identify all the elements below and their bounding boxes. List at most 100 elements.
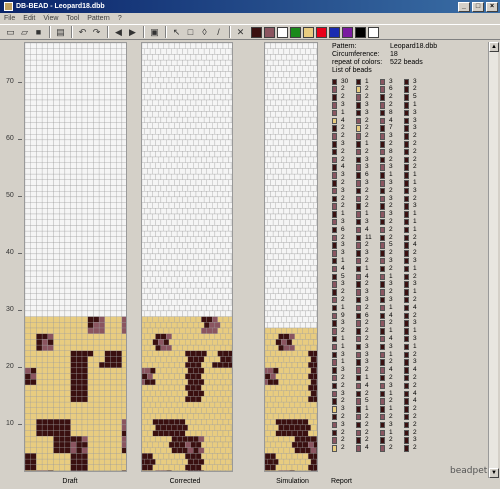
color-swatch-8[interactable] (355, 26, 366, 38)
preview-icon[interactable]: ▣ (148, 26, 161, 39)
corrected-panel[interactable] (141, 42, 233, 472)
bead-color-swatch (404, 343, 409, 351)
scroll-down-icon[interactable]: ▼ (489, 468, 499, 478)
bead-list-item: 4 (356, 382, 380, 390)
bead-color-swatch (332, 343, 337, 351)
select-icon[interactable]: □ (184, 26, 197, 39)
bead-count: 4 (365, 272, 369, 280)
menu-view[interactable]: View (43, 15, 58, 22)
undo-icon[interactable]: ↶ (76, 26, 89, 39)
simulation-panel[interactable] (264, 42, 318, 472)
bead-list-item: 2 (380, 140, 404, 148)
bead-list-item: 3 (380, 257, 404, 265)
bead-count: 4 (413, 303, 417, 311)
bead-count: 2 (341, 124, 345, 132)
save-icon[interactable]: ■ (32, 26, 45, 39)
prev-icon[interactable]: ◀ (112, 26, 125, 39)
bead-color-swatch (404, 250, 409, 257)
bead-color-swatch (404, 180, 409, 187)
menu-pattern[interactable]: Pattern (87, 15, 110, 22)
bead-color-swatch (380, 218, 385, 226)
app-icon (4, 2, 13, 11)
toolbar-separator (165, 26, 167, 38)
menu-file[interactable]: File (4, 15, 15, 22)
bead-color-swatch (332, 164, 337, 171)
color-swatch-9[interactable] (368, 26, 379, 38)
corrected-grid[interactable] (142, 43, 233, 472)
color-swatch-3[interactable] (290, 26, 301, 38)
color-swatch-0[interactable] (251, 26, 262, 38)
bead-color-swatch (380, 187, 385, 195)
draft-panel[interactable] (24, 42, 127, 472)
bead-color-swatch (356, 78, 361, 86)
pipette-icon[interactable]: / (212, 26, 225, 39)
bead-count: 2 (413, 373, 417, 381)
bead-list-item: 2 (332, 148, 356, 156)
bead-count: 3 (389, 77, 393, 85)
bead-list-item: 2 (380, 444, 404, 452)
bead-color-swatch (332, 203, 337, 210)
bead-color-swatch (332, 320, 337, 327)
bead-list-item: 3 (356, 109, 380, 117)
vertical-scrollbar[interactable]: ▲ ▼ (488, 42, 499, 478)
bead-color-swatch (404, 273, 409, 281)
bead-list-column: 1 2 2 3 3 2 2 2 1 2 3 3 6 3 2 2 2 1 3 4 11 2 3 2 1 4 2 3 3 2 6 2 2 2 3 3 3 2 1… (356, 78, 380, 452)
simulation-grid[interactable] (265, 43, 318, 472)
toolbar-separator (49, 26, 51, 38)
bead-count: 2 (341, 85, 345, 93)
bead-color-swatch (404, 289, 409, 296)
bead-list-item: 1 (332, 335, 356, 343)
print-icon[interactable]: ▤ (54, 26, 67, 39)
bead-color-swatch (332, 226, 337, 234)
bead-color-swatch (332, 296, 337, 304)
color-swatch-5[interactable] (316, 26, 327, 38)
color-swatch-4[interactable] (303, 26, 314, 38)
open-icon[interactable]: ▱ (18, 26, 31, 39)
color-swatch-2[interactable] (277, 26, 288, 38)
minimize-button[interactable]: _ (458, 1, 470, 12)
color-swatch-7[interactable] (342, 26, 353, 38)
redo-icon[interactable]: ↷ (90, 26, 103, 39)
bead-count: 3 (413, 202, 417, 210)
clear-icon[interactable]: ✕ (234, 26, 247, 39)
next-icon[interactable]: ▶ (126, 26, 139, 39)
bead-color-swatch (404, 398, 409, 405)
bead-count: 2 (365, 124, 369, 132)
row-ruler: 70 60 50 40 30 20 10 (0, 42, 22, 472)
bead-list-item: 3 (404, 187, 428, 195)
bead-count: 2 (413, 249, 417, 257)
bead-color-swatch (332, 351, 337, 359)
bead-list-item: 3 (332, 140, 356, 148)
bead-count: 3 (341, 171, 345, 179)
close-button[interactable]: × (486, 1, 498, 12)
bead-color-swatch (332, 172, 337, 179)
scroll-up-icon[interactable]: ▲ (489, 42, 499, 52)
maximize-button[interactable]: □ (472, 1, 484, 12)
bead-color-swatch (404, 156, 409, 164)
bead-count: 2 (341, 381, 345, 389)
color-swatch-6[interactable] (329, 26, 340, 38)
bead-color-swatch (404, 382, 409, 390)
color-swatch-1[interactable] (264, 26, 275, 38)
bead-count: 1 (389, 171, 393, 179)
fill-icon[interactable]: ◊ (198, 26, 211, 39)
bead-count: 3 (365, 101, 369, 109)
bead-count: 1 (413, 327, 417, 335)
menu-help[interactable]: ? (118, 15, 122, 22)
bead-count: 5 (413, 93, 417, 101)
bead-count: 2 (389, 93, 393, 101)
bead-color-swatch (332, 367, 337, 374)
bead-color-swatch (380, 343, 385, 351)
menu-edit[interactable]: Edit (23, 15, 35, 22)
ruler-label: 20 (6, 363, 14, 370)
ruler-tick (18, 82, 22, 83)
bead-list-item: 1 (332, 109, 356, 117)
bead-count: 2 (365, 147, 369, 155)
pointer-icon[interactable]: ↖ (170, 26, 183, 39)
bead-list-item: 3 (356, 218, 380, 226)
new-icon[interactable]: ▭ (4, 26, 17, 39)
menu-tool[interactable]: Tool (66, 15, 79, 22)
ruler-tick (18, 424, 22, 425)
bead-count: 1 (341, 334, 345, 342)
draft-grid[interactable] (25, 43, 127, 472)
